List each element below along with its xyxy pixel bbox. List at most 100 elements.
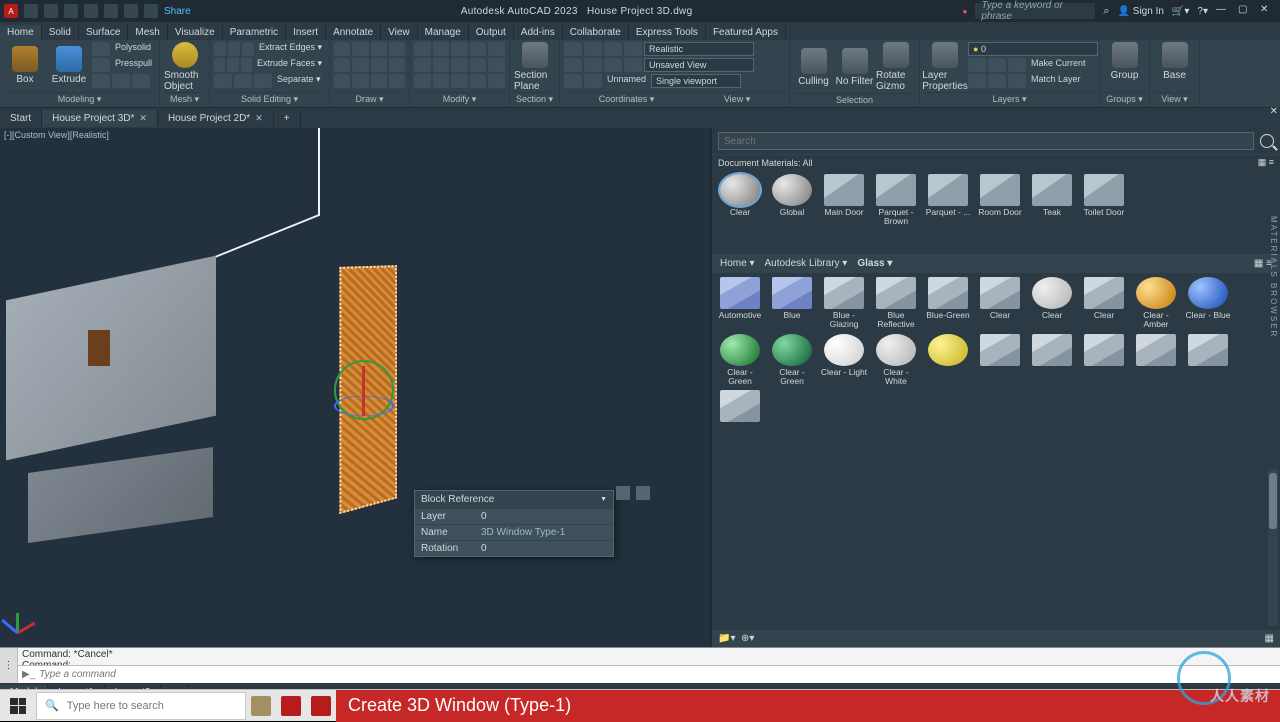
material-global[interactable]: Global	[768, 174, 816, 227]
share-link[interactable]: Share	[164, 6, 191, 17]
lib-library-dropdown[interactable]: Autodesk Library ▾	[764, 258, 847, 269]
signin-button[interactable]: 👤 Sign In	[1118, 6, 1164, 17]
doc-tab-3d[interactable]: House Project 3D*✕	[42, 110, 158, 127]
material-clear-amber[interactable]: Clear - Amber	[1132, 277, 1180, 330]
qat-undo-icon[interactable]	[124, 4, 138, 18]
material-parquet-[interactable]: Parquet - ...	[924, 174, 972, 227]
ribbon-tab-manage[interactable]: Manage	[418, 25, 469, 40]
qat-save-icon[interactable]	[64, 4, 78, 18]
app-icon[interactable]: A	[4, 4, 18, 18]
material-clear-green[interactable]: Clear - Green	[716, 334, 764, 387]
minimize-icon[interactable]: —	[1216, 4, 1230, 18]
add-tab-button[interactable]: +	[274, 110, 301, 127]
materials-scrollbar[interactable]	[1268, 469, 1278, 626]
ribbon-tab-add-ins[interactable]: Add-ins	[514, 25, 563, 40]
command-input[interactable]	[39, 669, 1276, 680]
taskbar-autocad[interactable]	[276, 691, 306, 721]
visual-style-dropdown[interactable]: Realistic	[644, 42, 754, 56]
view-list-icon[interactable]: ≡	[1269, 157, 1274, 167]
qp-layer-value[interactable]: 0	[481, 511, 607, 522]
qp-rotation-value[interactable]: 0	[481, 543, 607, 554]
view-grid-icon[interactable]: ▦	[1254, 258, 1263, 269]
materials-settings-icon[interactable]: ▦	[1265, 633, 1274, 644]
material-parquet-brown[interactable]: Parquet - Brown	[872, 174, 920, 227]
view-grid-icon[interactable]: ▦	[1258, 157, 1267, 167]
start-tab[interactable]: Start	[0, 110, 42, 127]
qp-dropdown-icon[interactable]: ▼	[600, 496, 607, 503]
search-icon[interactable]: ⌕	[1103, 5, 1109, 18]
box-button[interactable]: Box	[4, 42, 46, 88]
current-layer-dropdown[interactable]: ● 0	[968, 42, 1098, 56]
ribbon-tab-view[interactable]: View	[381, 25, 418, 40]
cart-icon[interactable]: 🛒▾	[1172, 6, 1189, 17]
material-clear[interactable]: Clear	[716, 174, 764, 227]
presspull-icon[interactable]	[92, 58, 110, 72]
presspull-button[interactable]: Presspull	[112, 58, 155, 72]
material-teak[interactable]: Teak	[1028, 174, 1076, 227]
maximize-icon[interactable]: ▢	[1238, 4, 1252, 18]
unnamed-ucs-button[interactable]: Unnamed	[604, 74, 649, 88]
material-clear-blue[interactable]: Clear - Blue	[1184, 277, 1232, 330]
material-item[interactable]	[1028, 334, 1076, 387]
material-item[interactable]	[1080, 334, 1128, 387]
search-icon[interactable]	[1260, 134, 1274, 148]
material-clear-white[interactable]: Clear - White	[872, 334, 920, 387]
material-blue-green[interactable]: Blue-Green	[924, 277, 972, 330]
ribbon-tab-featured-apps[interactable]: Featured Apps	[706, 25, 786, 40]
material-blue-glazing[interactable]: Blue - Glazing	[820, 277, 868, 330]
section-plane-button[interactable]: Section Plane	[514, 42, 555, 92]
taskbar-search[interactable]: 🔍Type here to search	[36, 692, 246, 720]
close-tab-icon[interactable]: ✕	[255, 113, 263, 124]
separate-button[interactable]: Separate ▾	[274, 74, 324, 88]
selected-window-block[interactable]	[332, 256, 412, 516]
extract-edges-button[interactable]: Extract Edges ▾	[256, 42, 325, 56]
rotate-gizmo-red[interactable]	[362, 366, 365, 416]
material-item[interactable]	[924, 334, 972, 387]
viewport-label[interactable]: [-][Custom View][Realistic]	[4, 130, 109, 140]
open-library-icon[interactable]: 📁▾	[718, 633, 735, 644]
help-icon[interactable]: ?▾	[1197, 6, 1208, 17]
qp-name-value[interactable]: 3D Window Type-1	[481, 527, 607, 538]
lib-home-dropdown[interactable]: Home ▾	[720, 258, 754, 269]
material-clear[interactable]: Clear	[1028, 277, 1076, 330]
start-button[interactable]	[0, 691, 36, 721]
viewport-config-dropdown[interactable]: Single viewport	[651, 74, 741, 88]
command-line[interactable]: ⋮ Command: *Cancel* Command: ▶_	[0, 647, 1280, 683]
qat-redo-icon[interactable]	[144, 4, 158, 18]
base-view-button[interactable]: Base	[1154, 42, 1195, 81]
ribbon-tab-surface[interactable]: Surface	[79, 25, 128, 40]
no-filter-button[interactable]: No Filter	[835, 42, 874, 92]
ribbon-tab-visualize[interactable]: Visualize	[168, 25, 223, 40]
ribbon-tab-solid[interactable]: Solid	[42, 25, 79, 40]
polysolid-icon[interactable]	[92, 42, 110, 56]
create-material-icon[interactable]: ⊕▾	[741, 633, 754, 644]
saved-view-dropdown[interactable]: Unsaved View	[644, 58, 754, 72]
polysolid-button[interactable]: Polysolid	[112, 42, 154, 56]
material-item[interactable]	[716, 390, 764, 424]
quick-properties-panel[interactable]: Block Reference▼ Layer0 Name3D Window Ty…	[414, 490, 614, 557]
ribbon-tab-mesh[interactable]: Mesh	[128, 25, 167, 40]
help-search[interactable]: Type a keyword or phrase	[975, 3, 1095, 19]
material-clear-green[interactable]: Clear - Green	[768, 334, 816, 387]
material-clear-light[interactable]: Clear - Light	[820, 334, 868, 387]
ribbon-tab-insert[interactable]: Insert	[286, 25, 326, 40]
material-clear[interactable]: Clear	[976, 277, 1024, 330]
extrude-button[interactable]: Extrude	[48, 42, 90, 88]
culling-button[interactable]: Culling	[794, 42, 833, 92]
material-automotive[interactable]: Automotive	[716, 277, 764, 330]
taskbar-app1[interactable]	[246, 691, 276, 721]
material-toilet-door[interactable]: Toilet Door	[1080, 174, 1128, 227]
material-clear[interactable]: Clear	[1080, 277, 1128, 330]
material-item[interactable]	[1184, 334, 1232, 387]
material-item[interactable]	[1132, 334, 1180, 387]
group-button[interactable]: Group	[1104, 42, 1145, 81]
close-tab-icon[interactable]: ✕	[139, 113, 147, 124]
panel-close-icon[interactable]: ✕	[1270, 106, 1278, 117]
taskbar-acrobat[interactable]	[306, 691, 336, 721]
command-handle-icon[interactable]: ⋮	[0, 648, 18, 683]
material-main-door[interactable]: Main Door	[820, 174, 868, 227]
make-current-button[interactable]: Make Current	[1028, 58, 1089, 72]
qat-saveas-icon[interactable]	[84, 4, 98, 18]
layer-properties-button[interactable]: Layer Properties	[924, 42, 966, 92]
material-item[interactable]	[976, 334, 1024, 387]
